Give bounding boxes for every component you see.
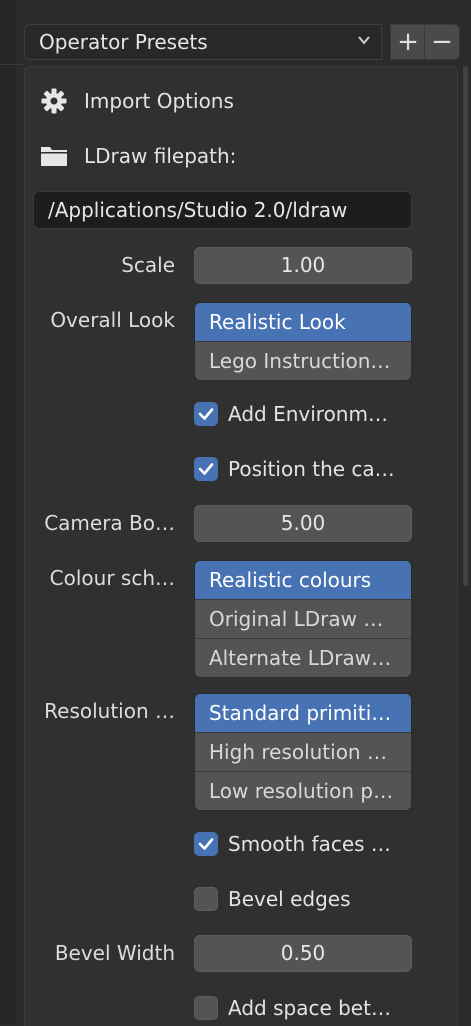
colour-scheme-option-alternate[interactable]: Alternate LDraw…: [195, 638, 411, 677]
position-camera-checkbox-row[interactable]: Position the ca…: [194, 454, 395, 484]
bevel-edges-checkbox[interactable]: [194, 887, 218, 911]
add-environment-checkbox[interactable]: [194, 402, 218, 426]
bevel-width-label: Bevel Width: [54, 941, 175, 965]
smooth-faces-label: Smooth faces …: [228, 832, 391, 856]
ldraw-filepath-label: LDraw filepath:: [84, 144, 237, 168]
ldraw-filepath-input[interactable]: /Applications/Studio 2.0/ldraw: [33, 191, 412, 229]
colour-scheme-label: Colour sch…: [49, 566, 175, 590]
add-space-checkbox-row[interactable]: Add space bet…: [194, 993, 391, 1023]
scale-label: Scale: [121, 253, 175, 277]
camera-border-label: Camera Bo…: [44, 511, 175, 535]
add-environment-checkbox-row[interactable]: Add Environm…: [194, 399, 388, 429]
gear-icon: [39, 86, 69, 116]
position-camera-label: Position the ca…: [228, 457, 395, 481]
remove-preset-button[interactable]: −: [424, 24, 460, 60]
colour-scheme-options: Realistic colours Original LDraw … Alter…: [194, 560, 412, 678]
smooth-faces-checkbox[interactable]: [194, 832, 218, 856]
colour-scheme-option-original[interactable]: Original LDraw …: [195, 599, 411, 638]
import-options-panel: Import Options LDraw filepath: /Applicat…: [24, 66, 458, 1026]
add-space-checkbox[interactable]: [194, 996, 218, 1020]
smooth-faces-checkbox-row[interactable]: Smooth faces …: [194, 829, 391, 859]
divider: [0, 64, 24, 65]
folder-icon: [39, 141, 69, 171]
chevron-down-icon: [357, 25, 371, 59]
bevel-edges-checkbox-row[interactable]: Bevel edges: [194, 884, 351, 914]
operator-presets-label: Operator Presets: [39, 30, 208, 54]
bevel-edges-label: Bevel edges: [228, 887, 351, 911]
resolution-options: Standard primiti… High resolution … Low …: [194, 693, 412, 811]
camera-border-field[interactable]: 5.00: [194, 505, 412, 542]
bevel-width-field[interactable]: 0.50: [194, 935, 412, 972]
colour-scheme-option-realistic[interactable]: Realistic colours: [195, 561, 411, 599]
scale-field[interactable]: 1.00: [194, 247, 412, 284]
overall-look-label: Overall Look: [50, 308, 175, 332]
add-environment-label: Add Environm…: [228, 402, 388, 426]
scrollbar[interactable]: [463, 66, 468, 586]
left-editor-edge: [0, 0, 15, 1024]
ldraw-filepath-header: LDraw filepath:: [39, 141, 236, 171]
import-options-label: Import Options: [84, 89, 234, 113]
resolution-option-high[interactable]: High resolution …: [195, 732, 411, 771]
operator-presets-dropdown[interactable]: Operator Presets: [24, 24, 382, 60]
operator-presets-row: Operator Presets + −: [24, 24, 460, 60]
resolution-option-standard[interactable]: Standard primiti…: [195, 694, 411, 732]
overall-look-option-realistic[interactable]: Realistic Look: [195, 303, 411, 341]
add-space-label: Add space bet…: [228, 996, 391, 1020]
overall-look-option-instructions[interactable]: Lego Instruction…: [195, 341, 411, 380]
import-options-header: Import Options: [39, 86, 234, 116]
position-camera-checkbox[interactable]: [194, 457, 218, 481]
resolution-option-low[interactable]: Low resolution p…: [195, 771, 411, 810]
resolution-label: Resolution …: [44, 699, 175, 723]
overall-look-options: Realistic Look Lego Instruction…: [194, 302, 412, 381]
add-preset-button[interactable]: +: [390, 24, 426, 60]
